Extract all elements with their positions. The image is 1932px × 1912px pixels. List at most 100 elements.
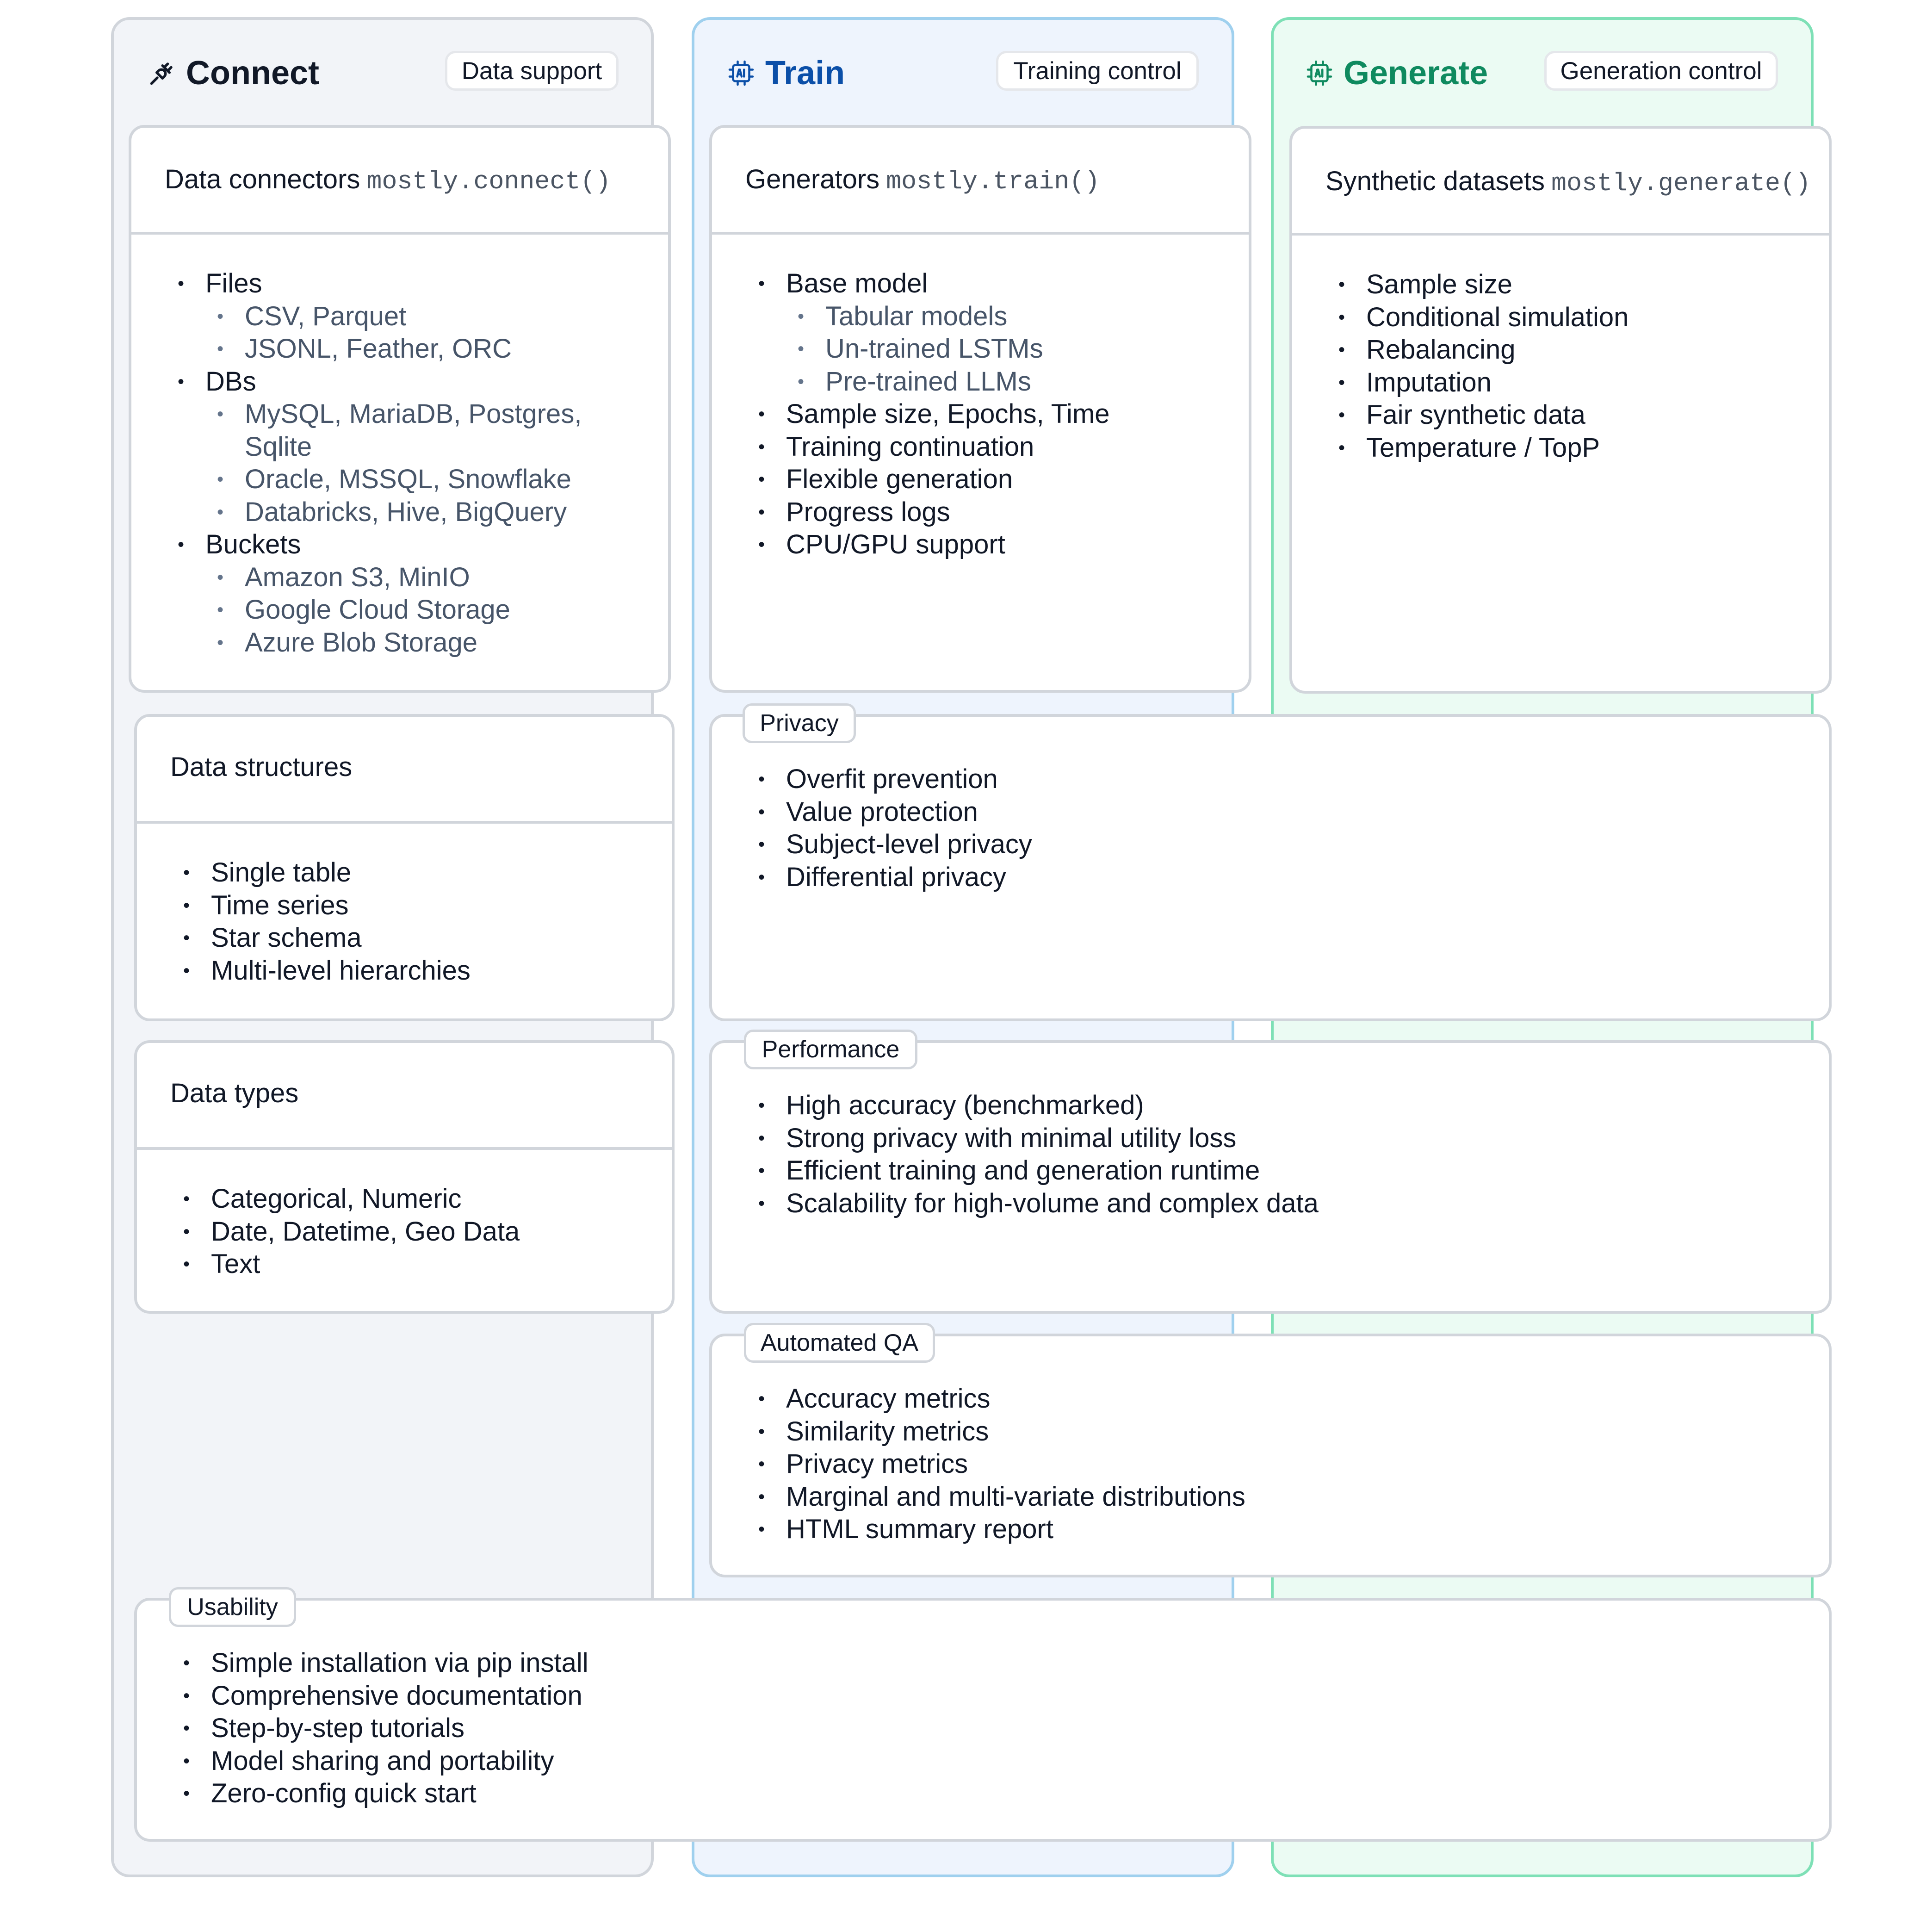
list-item: Rebalancing bbox=[1338, 334, 1629, 366]
list-item: Google Cloud Storage bbox=[178, 594, 582, 627]
list-item: Oracle, MSSQL, Snowflake bbox=[178, 463, 582, 496]
list-item: Value protection bbox=[758, 796, 1032, 829]
list-item: Scalability for high-volume and complex … bbox=[758, 1187, 1319, 1220]
generators-list: Base modelTabular modelsUn-trained LSTMs… bbox=[758, 267, 1110, 561]
card-divider bbox=[131, 232, 668, 235]
automated-qa-panel: Accuracy metricsSimilarity metricsPrivac… bbox=[709, 1334, 1832, 1577]
generate-code: mostly.generate() bbox=[1551, 169, 1811, 198]
list-item: Files bbox=[178, 267, 582, 300]
list-item: Zero-config quick start bbox=[183, 1777, 588, 1810]
synthetic-datasets-title: Synthetic datasets bbox=[1325, 166, 1545, 196]
list-item: Azure Blob Storage bbox=[178, 627, 582, 659]
performance-tag: Performance bbox=[744, 1030, 917, 1069]
privacy-list: Overfit preventionValue protectionSubjec… bbox=[758, 763, 1032, 894]
list-item: Date, Datetime, Geo Data bbox=[183, 1216, 520, 1248]
list-item: Progress logs bbox=[758, 496, 1110, 529]
list-item: Efficient training and generation runtim… bbox=[758, 1155, 1319, 1187]
list-item: CSV, Parquet bbox=[178, 300, 582, 333]
train-code: mostly.train() bbox=[886, 167, 1100, 196]
connect-column-title: Connect bbox=[148, 56, 319, 91]
data-connectors-card: Data connectorsmostly.connect() FilesCSV… bbox=[129, 125, 671, 693]
list-item: Overfit prevention bbox=[758, 763, 1032, 796]
list-item: Single table bbox=[183, 857, 471, 889]
list-item: Sqlite bbox=[245, 431, 312, 462]
synthetic-datasets-list: Sample sizeConditional simulationRebalan… bbox=[1338, 268, 1629, 464]
list-item: Model sharing and portability bbox=[183, 1745, 588, 1778]
list-item: Time series bbox=[183, 889, 471, 922]
usability-panel: Simple installation via pip installCompr… bbox=[134, 1598, 1832, 1842]
performance-list: High accuracy (benchmarked)Strong privac… bbox=[758, 1089, 1319, 1220]
connect-title-text: Connect bbox=[186, 55, 319, 92]
synthetic-datasets-card: Synthetic datasetsmostly.generate() Samp… bbox=[1289, 126, 1832, 694]
list-item: Privacy metrics bbox=[758, 1448, 1245, 1481]
connect-badge: Data support bbox=[445, 51, 619, 91]
generators-card: Generatorsmostly.train() Base modelTabul… bbox=[709, 125, 1251, 693]
list-item: Base model bbox=[758, 267, 1110, 300]
synthetic-datasets-heading: Synthetic datasets mostly.generate() bbox=[1325, 166, 1811, 198]
list-item: HTML summary report bbox=[758, 1513, 1245, 1546]
data-types-list: Categorical, NumericDate, Datetime, Geo … bbox=[183, 1183, 520, 1281]
automated-qa-list: Accuracy metricsSimilarity metricsPrivac… bbox=[758, 1383, 1245, 1546]
list-item: Tabular models bbox=[758, 300, 1110, 333]
list-item: Buckets bbox=[178, 528, 582, 561]
list-item: Comprehensive documentation bbox=[183, 1680, 588, 1713]
list-item: Flexible generation bbox=[758, 463, 1110, 496]
list-item: Sample size bbox=[1338, 268, 1629, 301]
usability-tag: Usability bbox=[169, 1587, 296, 1627]
list-item: Accuracy metrics bbox=[758, 1383, 1245, 1415]
train-title-text: Train bbox=[765, 55, 845, 92]
train-badge: Training control bbox=[996, 51, 1199, 91]
card-divider bbox=[137, 1147, 672, 1150]
ai-chip-icon bbox=[1307, 60, 1332, 86]
list-item: Sample size, Epochs, Time bbox=[758, 398, 1110, 431]
list-item: Simple installation via pip install bbox=[183, 1647, 588, 1680]
card-divider bbox=[137, 821, 672, 824]
data-structures-title: Data structures bbox=[170, 752, 353, 782]
list-item: CPU/GPU support bbox=[758, 528, 1110, 561]
list-item: Differential privacy bbox=[758, 861, 1032, 894]
list-item: Categorical, Numeric bbox=[183, 1183, 520, 1216]
train-column-title: Train bbox=[727, 56, 845, 91]
list-item: JSONL, Feather, ORC bbox=[178, 333, 582, 366]
generate-badge: Generation control bbox=[1544, 51, 1778, 91]
list-item: Strong privacy with minimal utility loss bbox=[758, 1122, 1319, 1155]
usability-list: Simple installation via pip installCompr… bbox=[183, 1647, 588, 1810]
data-types-card: Data types Categorical, NumericDate, Dat… bbox=[134, 1040, 675, 1314]
data-connectors-list: FilesCSV, ParquetJSONL, Feather, ORCDBsM… bbox=[178, 267, 582, 659]
list-item: Marginal and multi-variate distributions bbox=[758, 1481, 1245, 1514]
list-item: Step-by-step tutorials bbox=[183, 1712, 588, 1745]
list-item: High accuracy (benchmarked) bbox=[758, 1089, 1319, 1122]
list-item: Amazon S3, MinIO bbox=[178, 561, 582, 594]
list-item: Text bbox=[183, 1248, 520, 1281]
generate-title-text: Generate bbox=[1344, 55, 1488, 92]
data-connectors-title: Data connectors bbox=[165, 164, 360, 194]
card-divider bbox=[1292, 233, 1829, 236]
list-item: Star schema bbox=[183, 922, 471, 955]
list-item: Fair synthetic data bbox=[1338, 399, 1629, 432]
data-structures-card: Data structures Single tableTime seriesS… bbox=[134, 714, 675, 1021]
generate-column-title: Generate bbox=[1306, 56, 1488, 91]
data-types-title: Data types bbox=[170, 1078, 299, 1108]
generators-title: Generators bbox=[745, 164, 880, 194]
list-item: Temperature / TopP bbox=[1338, 432, 1629, 465]
automated-qa-tag: Automated QA bbox=[744, 1323, 935, 1363]
list-item: MySQL, MariaDB, Postgres, bbox=[178, 398, 582, 431]
list-item: DBs bbox=[178, 366, 582, 398]
privacy-tag: Privacy bbox=[743, 703, 856, 743]
list-item: Similarity metrics bbox=[758, 1415, 1245, 1448]
list-item: Pre-trained LLMs bbox=[758, 366, 1110, 398]
card-divider bbox=[712, 232, 1249, 235]
data-connectors-heading: Data connectors mostly.connect() bbox=[165, 164, 611, 196]
list-item: Training continuation bbox=[758, 431, 1110, 464]
privacy-panel: Overfit preventionValue protectionSubjec… bbox=[709, 714, 1832, 1021]
list-item: Un-trained LSTMs bbox=[758, 333, 1110, 366]
data-structures-list: Single tableTime seriesStar schemaMulti-… bbox=[183, 857, 471, 987]
ai-chip-icon bbox=[728, 60, 754, 86]
list-item: Conditional simulation bbox=[1338, 301, 1629, 334]
plug-icon bbox=[150, 62, 173, 85]
connect-code: mostly.connect() bbox=[366, 167, 611, 196]
generators-heading: Generators mostly.train() bbox=[745, 164, 1100, 196]
list-item: Multi-level hierarchies bbox=[183, 955, 471, 987]
performance-panel: High accuracy (benchmarked)Strong privac… bbox=[709, 1040, 1832, 1314]
list-item: Imputation bbox=[1338, 366, 1629, 399]
